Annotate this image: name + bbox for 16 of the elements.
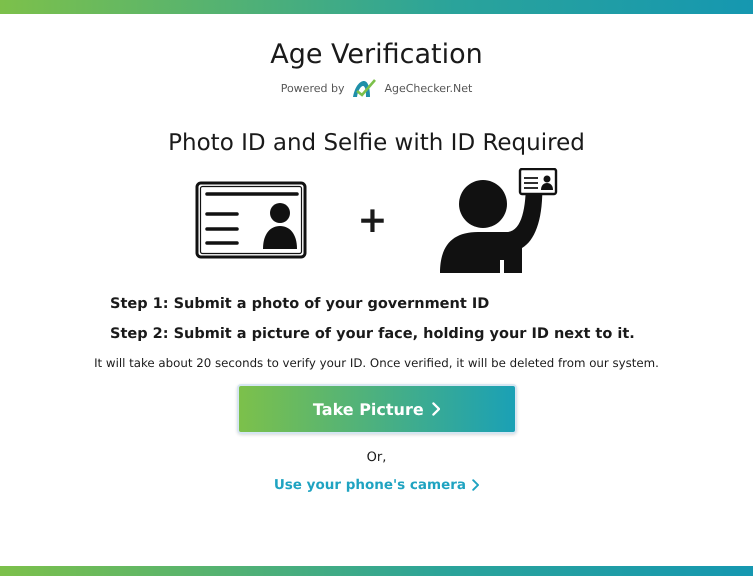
plus-sign: +	[357, 200, 388, 240]
section-heading: Photo ID and Selfie with ID Required	[168, 129, 585, 158]
step-text: Step 2: Submit a picture of your face, holding your ID next to it.	[110, 326, 635, 342]
logo-icon	[351, 78, 378, 98]
chevron-icon	[472, 479, 480, 491]
person-holding-id-icon	[438, 168, 558, 272]
chevron-icon	[432, 402, 440, 416]
step-text: Step 1: Submit a photo of your government ID	[110, 296, 490, 312]
id-card-icon	[195, 181, 308, 259]
or-text: Or,	[366, 450, 386, 465]
powered-by-label: Powered by	[280, 82, 344, 94]
phone-camera-link[interactable]: Use your phone's camera	[274, 477, 480, 493]
page-title: Age Verification	[270, 38, 483, 72]
take-picture-button[interactable]: Take Picture	[236, 384, 516, 434]
info-text: It will take about 20 seconds to verify your ID. Once verified, it will be deleted from our system.	[94, 356, 659, 370]
brand-name: AgeChecker.Net	[384, 82, 472, 94]
